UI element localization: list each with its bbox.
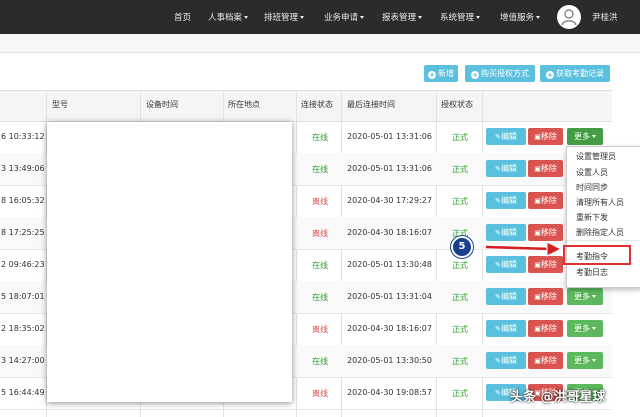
arrow-annotation: [485, 241, 563, 257]
red-arrow-icon: [485, 241, 563, 257]
watermark-text: 头条 @洪哥星球: [510, 390, 606, 405]
step-badge: 5: [451, 236, 473, 258]
